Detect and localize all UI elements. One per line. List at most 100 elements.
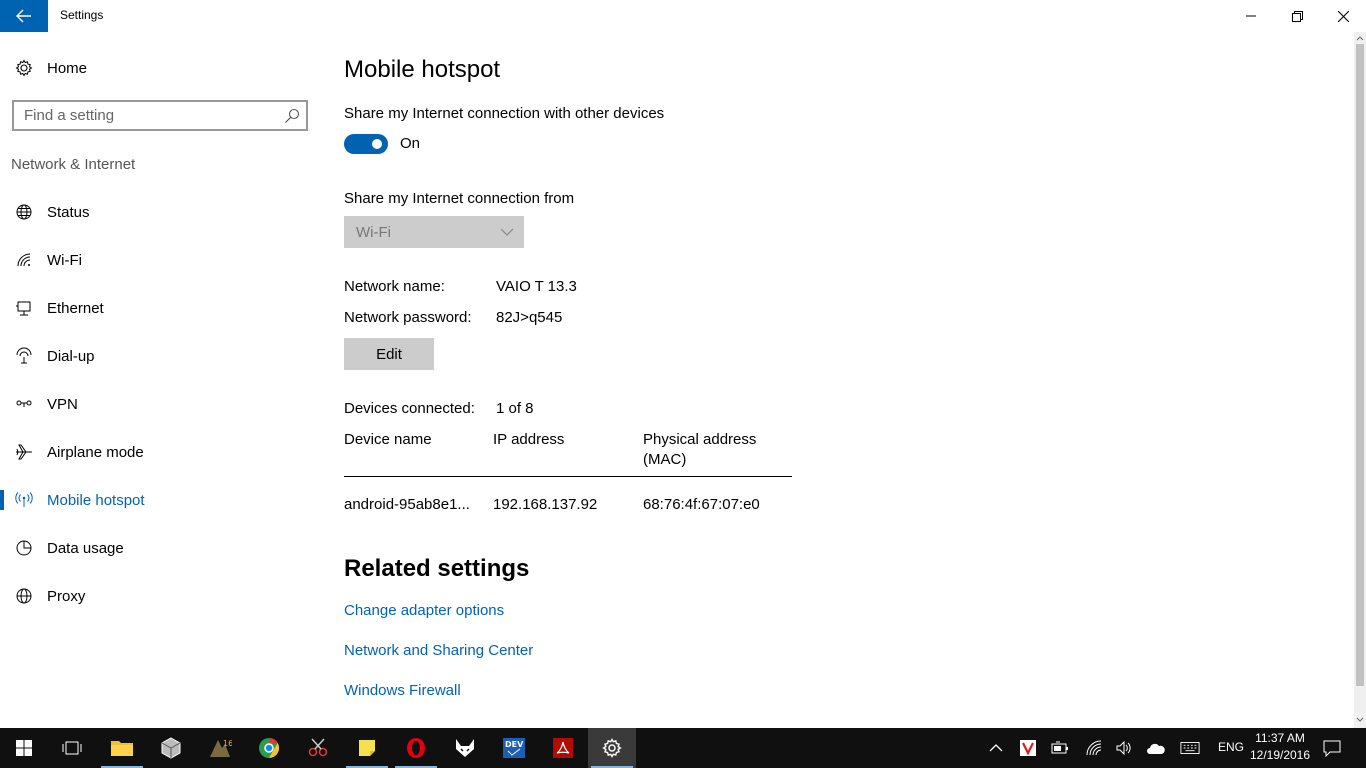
scrollbar[interactable] (1354, 32, 1366, 728)
back-arrow-icon (16, 9, 31, 23)
back-button[interactable] (0, 0, 48, 32)
sidebar-item-home[interactable]: Home (0, 52, 320, 84)
search-input[interactable] (14, 102, 274, 129)
taskbar-snipping-tool[interactable] (294, 728, 342, 768)
globe-icon (14, 202, 34, 222)
column-header-device-name: Device name (344, 431, 432, 448)
app-16-icon: 16 (210, 739, 232, 757)
sidebar-item-wifi[interactable]: Wi-Fi (0, 240, 320, 280)
table-cell-ip-address: 192.168.137.92 (493, 496, 598, 513)
search-icon[interactable] (284, 108, 300, 124)
network-name-value: VAIO T 13.3 (496, 278, 577, 295)
clock[interactable]: 11:37 AM 12/19/2016 (1248, 730, 1312, 764)
share-from-dropdown[interactable]: Wi-Fi (344, 216, 524, 248)
notification-icon (1323, 740, 1341, 757)
taskbar-settings[interactable] (588, 728, 636, 768)
sidebar-item-data-usage[interactable]: Data usage (0, 528, 320, 568)
scroll-down-arrow-icon[interactable] (1356, 716, 1364, 724)
taskbar-sticky-notes[interactable] (343, 728, 391, 768)
change-adapter-options-link[interactable]: Change adapter options (344, 602, 504, 619)
tray-touch-keyboard[interactable] (1180, 738, 1200, 758)
sidebar-item-label: Airplane mode (47, 443, 144, 461)
sidebar-item-label: Data usage (47, 539, 124, 557)
taskbar-dev-app[interactable]: DEV (490, 728, 538, 768)
restore-icon (1291, 10, 1303, 22)
sticky-note-icon (359, 740, 375, 756)
taskbar-app-16[interactable]: 16 (196, 728, 244, 768)
sidebar-item-label: VPN (47, 395, 78, 413)
taskbar-opera[interactable] (392, 728, 440, 768)
table-header-divider (344, 476, 792, 477)
windows-firewall-link[interactable]: Windows Firewall (344, 682, 461, 699)
edit-button[interactable]: Edit (344, 338, 434, 370)
wifi-icon (1086, 740, 1102, 756)
start-button[interactable] (0, 728, 48, 768)
sidebar-item-label: Dial-up (47, 347, 95, 365)
scroll-thumb[interactable] (1356, 44, 1364, 686)
sidebar-item-label: Status (47, 203, 90, 221)
taskbar-fox-app[interactable] (441, 728, 489, 768)
sidebar-item-proxy[interactable]: Proxy (0, 576, 320, 616)
related-settings-title: Related settings (344, 555, 530, 582)
tray-onedrive[interactable] (1146, 738, 1166, 758)
taskbar-acrobat[interactable] (539, 728, 587, 768)
restore-button[interactable] (1274, 0, 1320, 32)
sidebar-item-dialup[interactable]: Dial-up (0, 336, 320, 376)
close-button[interactable] (1320, 0, 1366, 32)
show-hidden-icons-button[interactable] (986, 738, 1006, 758)
tray-vivaldi[interactable] (1018, 738, 1038, 758)
sidebar-item-status[interactable]: Status (0, 192, 320, 232)
taskbar-3d-builder[interactable] (147, 728, 195, 768)
chevron-up-icon (989, 744, 1003, 752)
gear-icon (602, 738, 622, 758)
devices-connected-label: Devices connected: (344, 400, 475, 417)
sidebar-item-label: Wi-Fi (47, 251, 82, 269)
toggle-knob (372, 139, 382, 149)
search-box (12, 100, 308, 131)
scroll-up-arrow-icon[interactable] (1356, 34, 1364, 42)
tray-network[interactable] (1084, 738, 1104, 758)
task-view-button[interactable] (48, 728, 96, 768)
airplane-icon (14, 442, 34, 462)
gear-icon (14, 58, 34, 78)
chevron-down-icon (500, 228, 514, 236)
globe-icon (14, 586, 34, 606)
sidebar-item-mobile-hotspot[interactable]: Mobile hotspot (0, 480, 320, 520)
section-label: Network & Internet (11, 156, 136, 173)
share-from-value: Wi-Fi (356, 223, 391, 241)
svg-text:DEV: DEV (505, 740, 524, 749)
main-content: Mobile hotspot Share my Internet connect… (344, 32, 1344, 728)
opera-icon (407, 738, 425, 758)
minimize-button[interactable] (1228, 0, 1274, 32)
clock-date: 12/19/2016 (1249, 748, 1311, 762)
sidebar-item-airplane-mode[interactable]: Airplane mode (0, 432, 320, 472)
hotspot-toggle[interactable] (344, 134, 388, 154)
speaker-icon (1116, 740, 1131, 756)
wifi-icon (14, 250, 34, 270)
scissors-icon (308, 738, 328, 757)
cube-app-icon (161, 737, 181, 759)
network-sharing-center-link[interactable]: Network and Sharing Center (344, 642, 533, 659)
taskbar-chrome[interactable] (245, 728, 293, 768)
svg-text:16: 16 (223, 739, 232, 748)
taskbar: 16 DEV ENG 11:37 AM 12/19/2016 (0, 728, 1366, 768)
close-icon (1337, 10, 1349, 22)
sidebar-item-vpn[interactable]: VPN (0, 384, 320, 424)
title-bar: Settings (0, 0, 1366, 32)
action-center-button[interactable] (1322, 738, 1342, 758)
dev-app-icon: DEV (503, 738, 525, 758)
clock-time: 11:37 AM (1255, 731, 1305, 745)
cloud-icon (1147, 743, 1165, 754)
taskbar-file-explorer[interactable] (98, 728, 146, 768)
tray-battery[interactable] (1050, 738, 1070, 758)
data-usage-icon (14, 538, 34, 558)
task-view-icon (62, 741, 82, 755)
network-name-label: Network name: (344, 278, 445, 295)
sidebar-item-ethernet[interactable]: Ethernet (0, 288, 320, 328)
input-language[interactable]: ENG (1218, 740, 1244, 754)
active-indicator (0, 490, 4, 510)
sidebar-item-label: Mobile hotspot (47, 491, 145, 509)
share-label: Share my Internet connection with other … (344, 105, 665, 122)
tray-volume[interactable] (1114, 738, 1134, 758)
page-title: Mobile hotspot (344, 56, 501, 83)
